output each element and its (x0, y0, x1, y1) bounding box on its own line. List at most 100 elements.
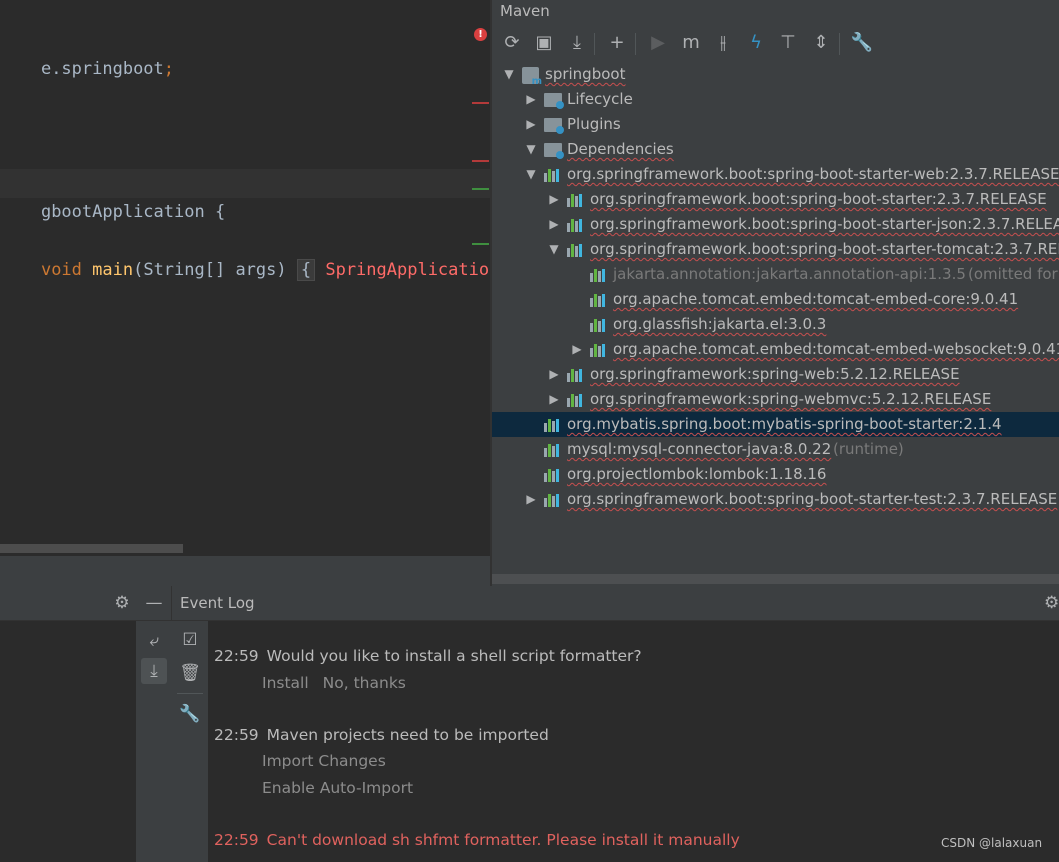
tree-node-label: org.apache.tomcat.embed:tomcat-embed-cor… (613, 290, 1019, 308)
code-line-package[interactable]: e.springboot; (0, 26, 174, 79)
maven-toolbar: ⟳ ▣ ⤓ + ▶ m ⫲ ϟ ⊤ ⇕ 🔧 (492, 26, 1059, 62)
event-log-title[interactable]: Event Log (180, 586, 255, 621)
tree-node[interactable]: org.mybatis.spring.boot:mybatis-spring-b… (492, 412, 1059, 437)
tree-node[interactable]: ▶ org.springframework:spring-webmvc:5.2.1… (492, 387, 1059, 412)
scroll-to-end-icon[interactable]: ⤓ (141, 658, 167, 684)
tree-node[interactable]: org.glassfish:jakarta.el:3.0.3 (492, 312, 1059, 337)
trash-icon[interactable]: 🗑 (177, 660, 203, 686)
tree-node[interactable]: mysql:mysql-connector-java:8.0.22 (runti… (492, 437, 1059, 462)
dependency-icon (544, 469, 562, 482)
run-tool-content[interactable] (0, 621, 136, 862)
tree-node[interactable]: ▶ org.springframework.boot:spring-boot-st… (492, 487, 1059, 512)
gear-icon[interactable]: ⚙ (111, 592, 133, 614)
change-stripe-mark[interactable] (472, 188, 489, 190)
show-dependencies-icon[interactable]: ⊤ (775, 30, 801, 56)
event-log-header: Event Log ⚙ (172, 586, 1059, 621)
gear-icon[interactable]: ⚙ (1044, 592, 1059, 614)
tree-node[interactable]: ▶ org.apache.tomcat.embed:tomcat-embed-we… (492, 337, 1059, 362)
log-timestamp: 22:59 (214, 647, 259, 665)
log-message: Would you like to install a shell script… (266, 647, 642, 665)
install-link[interactable]: Install (262, 674, 309, 692)
toolbar-divider (839, 33, 840, 55)
expand-arrow-icon[interactable]: ▼ (524, 162, 538, 187)
log-entry: 22:59 Would you like to install a shell s… (214, 645, 642, 667)
event-log-window: Event Log ⚙ ☑ 🗑 🔧 22:59 Would you like to… (172, 586, 1059, 862)
tree-node[interactable]: ▼ Dependencies (492, 137, 1059, 162)
log-message: Maven projects need to be imported (266, 726, 549, 744)
log-actions: Install No, thanks (262, 672, 406, 694)
dependency-icon (567, 369, 585, 382)
collapse-arrow-icon[interactable]: ▶ (547, 387, 561, 412)
tree-node[interactable]: ▶ Plugins (492, 112, 1059, 137)
dependency-icon (567, 219, 585, 232)
tree-node[interactable]: ▼ org.springframework.boot:spring-boot-st… (492, 237, 1059, 262)
tree-node[interactable]: org.projectlombok:lombok:1.18.16 (492, 462, 1059, 487)
error-stripe-mark[interactable] (472, 102, 489, 104)
wrench-icon[interactable]: 🔧 (177, 701, 203, 727)
tree-node-scope: (omitted for (968, 265, 1058, 283)
collapse-arrow-icon[interactable]: ▶ (547, 187, 561, 212)
tree-node-label: org.springframework.boot:spring-boot-sta… (590, 190, 1047, 208)
dependency-icon (567, 394, 585, 407)
run-icon[interactable]: ▶ (645, 30, 671, 56)
collapse-arrow-icon[interactable]: ▶ (524, 112, 538, 137)
tree-node[interactable]: ▶ org.springframework.boot:spring-boot-st… (492, 187, 1059, 212)
expand-arrow-icon[interactable]: ▼ (524, 137, 538, 162)
toggle-offline-icon[interactable]: ⫲ (710, 30, 736, 56)
collapse-arrow-icon[interactable]: ▶ (524, 487, 538, 512)
error-stripe-mark[interactable] (472, 160, 489, 162)
maven-panel-title: Maven (500, 2, 550, 20)
code-line-main[interactable]: void main(String[] args) { SpringApplica… (0, 227, 490, 281)
folded-code-brace[interactable]: { (296, 259, 316, 281)
dependency-icon (544, 419, 562, 432)
code-line-class[interactable]: gbootApplication { (0, 169, 490, 222)
watermark: CSDN @lalaxuan (941, 836, 1043, 850)
folder-icon (544, 118, 564, 134)
error-indicator-icon[interactable]: ! (474, 28, 487, 41)
code-editor[interactable]: e.springboot; tion gbootApplication { vo… (0, 0, 490, 556)
code-line-annotation[interactable]: tion (0, 140, 82, 193)
run-tool-window: ⚙ — ⤶ ⤓ (0, 586, 172, 862)
tree-node[interactable]: org.apache.tomcat.embed:tomcat-embed-cor… (492, 287, 1059, 312)
collapse-arrow-icon[interactable]: ▶ (524, 87, 538, 112)
collapse-all-icon[interactable]: ⇕ (808, 30, 834, 56)
tree-node[interactable]: ▼ org.springframework.boot:spring-boot-st… (492, 162, 1059, 187)
change-stripe-mark[interactable] (472, 243, 489, 245)
dependency-icon (590, 294, 608, 307)
tree-node[interactable]: ▶ org.springframework.boot:spring-boot-st… (492, 212, 1059, 237)
minimize-icon[interactable]: — (143, 592, 165, 614)
tree-node[interactable]: jakarta.annotation:jakarta.annotation-ap… (492, 262, 1059, 287)
collapse-arrow-icon[interactable]: ▶ (547, 362, 561, 387)
skip-tests-icon[interactable]: ϟ (743, 30, 769, 56)
dependency-icon (590, 319, 608, 332)
add-folder-icon[interactable]: ▣ (531, 30, 557, 56)
mark-all-read-icon[interactable]: ☑ (177, 627, 203, 653)
settings-wrench-icon[interactable]: 🔧 (849, 30, 875, 56)
soft-wrap-icon[interactable]: ⤶ (141, 628, 167, 654)
maven-goal-icon[interactable]: m (678, 30, 704, 56)
reload-icon[interactable]: ⟳ (499, 30, 525, 56)
enable-auto-import-link[interactable]: Enable Auto-Import (262, 777, 413, 799)
download-icon[interactable]: ⤓ (564, 30, 590, 56)
tree-node-label: org.springframework.boot:spring-boot-sta… (590, 240, 1059, 258)
plus-icon[interactable]: + (604, 30, 630, 56)
tree-node-label: org.springframework.boot:spring-boot-sta… (567, 165, 1059, 183)
editor-horizontal-scrollbar[interactable] (0, 544, 183, 553)
maven-horizontal-scrollbar[interactable] (492, 574, 1059, 584)
dependency-icon (567, 194, 585, 207)
expand-arrow-icon[interactable]: ▼ (502, 62, 516, 87)
tree-node[interactable]: ▶ org.springframework:spring-web:5.2.12.R… (492, 362, 1059, 387)
log-timestamp: 22:59 (214, 831, 259, 849)
import-changes-link[interactable]: Import Changes (262, 750, 386, 772)
collapse-arrow-icon[interactable]: ▶ (547, 212, 561, 237)
tree-node-label: mysql:mysql-connector-java:8.0.22 (567, 440, 832, 458)
no-thanks-link[interactable]: No, thanks (323, 674, 406, 692)
tree-node-label: org.springframework.boot:spring-boot-sta… (567, 490, 1058, 508)
log-entry: 22:59 Maven projects need to be imported (214, 724, 549, 746)
tree-node-label: org.glassfish:jakarta.el:3.0.3 (613, 315, 827, 333)
expand-arrow-icon[interactable]: ▼ (547, 237, 561, 262)
tree-node[interactable]: ▼ springboot (492, 62, 1059, 87)
tree-node[interactable]: ▶ Lifecycle (492, 87, 1059, 112)
dependency-icon (567, 244, 585, 257)
collapse-arrow-icon[interactable]: ▶ (570, 337, 584, 362)
